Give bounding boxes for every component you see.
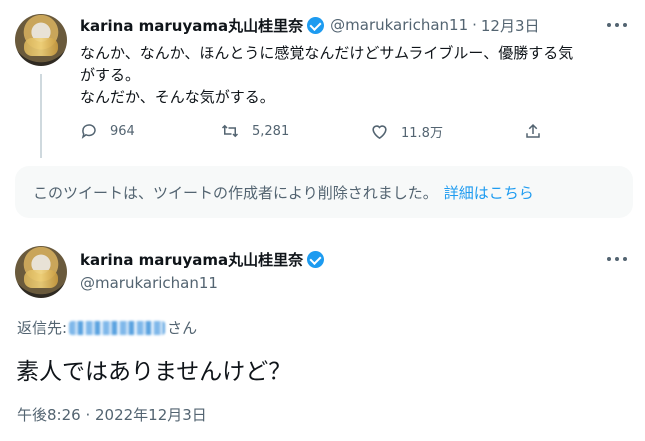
tweet1-display-name[interactable]: karina maruyama丸山桂里奈 [80, 15, 303, 36]
thread-connector-line [40, 74, 42, 158]
tweet1-avatar[interactable] [15, 14, 67, 66]
replying-to: 返信先: さん [17, 317, 197, 338]
deleted-notice-text: このツイートは、ツイートの作成者により削除されました。 [33, 183, 438, 202]
retweet-icon [221, 124, 239, 138]
learn-more-link[interactable]: 詳細はこちら [444, 182, 534, 203]
tweet1-text-line: がする。 [80, 66, 141, 84]
like-count: 11.8万 [401, 125, 443, 141]
retweet-button[interactable]: 5,281 [220, 122, 289, 140]
tweet2-handle[interactable]: @marukarichan11 [80, 274, 218, 292]
tweet2-name-row: karina maruyama丸山桂里奈 [80, 248, 330, 270]
reply-icon [81, 124, 96, 139]
tweet1-action-bar: 964 5,281 11.8万 [80, 120, 550, 142]
like-button[interactable]: 11.8万 [370, 122, 443, 141]
more-icon[interactable] [607, 22, 627, 28]
tweet2-timestamp[interactable]: 午後8:26 · 2022年12月3日 [17, 404, 207, 425]
like-icon [372, 125, 387, 140]
tweet1-date[interactable]: 12月3日 [481, 15, 540, 36]
deleted-tweet-notice: このツイートは、ツイートの作成者により削除されました。 詳細はこちら [15, 166, 633, 218]
tweet2-text: 素人ではありませんけど？ [16, 359, 292, 385]
tweet1-header: karina maruyama丸山桂里奈 @marukarichan11 · 1… [80, 14, 540, 36]
tweet1-text-line: なんか、なんか、ほんとうに感覚なんだけどサムライブルー、優勝する気 [80, 44, 574, 62]
reply-count: 964 [110, 123, 135, 139]
separator-dot: · [472, 16, 477, 34]
tweet2-avatar[interactable] [15, 246, 67, 298]
tweet1-text: なんか、なんか、ほんとうに感覚なんだけどサムライブルー、優勝する気 がする。 な… [80, 42, 620, 108]
share-button[interactable] [524, 122, 542, 140]
verified-badge-icon [307, 16, 325, 34]
reply-button[interactable]: 964 [80, 122, 135, 140]
tweet1-handle[interactable]: @marukarichan11 [330, 16, 468, 34]
tweet2-display-name[interactable]: karina maruyama丸山桂里奈 [80, 249, 303, 270]
reply-to-label: 返信先: [17, 319, 68, 337]
retweet-count: 5,281 [252, 123, 290, 139]
share-icon [526, 123, 540, 138]
redacted-username-link[interactable] [69, 320, 166, 335]
reply-to-suffix: さん [167, 319, 198, 337]
tweet1-text-line: なんだか、そんな気がする。 [80, 88, 275, 106]
verified-badge-icon [307, 250, 325, 268]
more-icon[interactable] [607, 256, 627, 262]
